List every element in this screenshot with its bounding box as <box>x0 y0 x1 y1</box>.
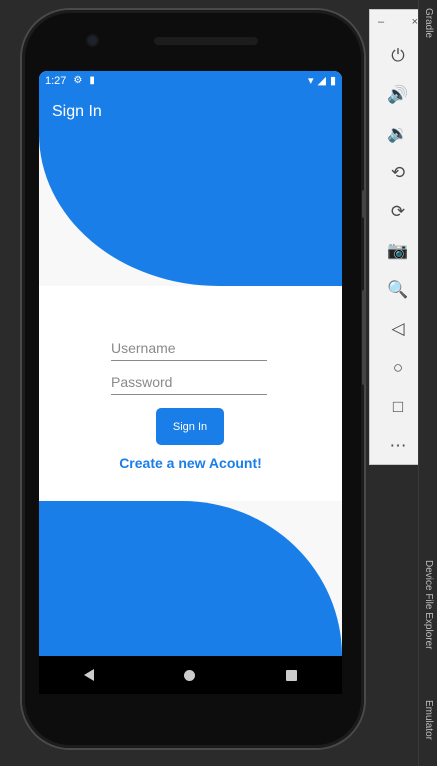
signal-icon: ◢ <box>317 75 326 87</box>
app-bar: Sign In <box>39 90 342 134</box>
volume-side-button <box>362 290 366 385</box>
status-time: 1:27 <box>45 74 67 87</box>
minimize-button[interactable]: – <box>378 16 384 36</box>
earpiece-speaker <box>154 37 258 45</box>
emulator-tab[interactable]: Emulator <box>423 700 434 740</box>
nav-home-icon[interactable] <box>184 669 196 681</box>
android-nav-bar <box>39 656 342 694</box>
status-bar: 1:27 ⚙ ▮ ▾ ◢ ▮ <box>39 71 342 90</box>
battery-icon: ▮ <box>329 75 336 87</box>
power-side-button <box>362 190 366 218</box>
front-camera <box>88 36 97 45</box>
wifi-icon: ▾ <box>307 75 314 87</box>
sign-in-button[interactable]: Sign In <box>156 408 224 445</box>
username-field[interactable] <box>111 336 267 361</box>
nav-recents-icon[interactable] <box>285 669 297 681</box>
bottom-blue-curve <box>39 501 342 656</box>
bottom-decorative-shape <box>39 501 342 656</box>
top-decorative-shape <box>39 134 342 286</box>
nav-back-icon[interactable] <box>84 669 95 681</box>
page-title: Sign In <box>52 103 102 120</box>
gradle-tab[interactable]: Gradle <box>423 8 434 38</box>
top-blue-curve <box>39 134 342 286</box>
create-account-link[interactable]: Create a new Acount! <box>39 455 342 471</box>
status-right-icons: ▾ ◢ ▮ <box>308 74 336 87</box>
device-file-explorer-tab[interactable]: Device File Explorer <box>423 560 434 649</box>
tool-window-strip: Gradle Device File Explorer Emulator <box>418 0 437 766</box>
sd-card-icon: ▮ <box>89 75 95 86</box>
phone-screen: 1:27 ⚙ ▮ ▾ ◢ ▮ Sign In Sign In Create a … <box>39 71 342 656</box>
gear-icon: ⚙ <box>73 75 83 86</box>
password-field[interactable] <box>111 370 267 395</box>
